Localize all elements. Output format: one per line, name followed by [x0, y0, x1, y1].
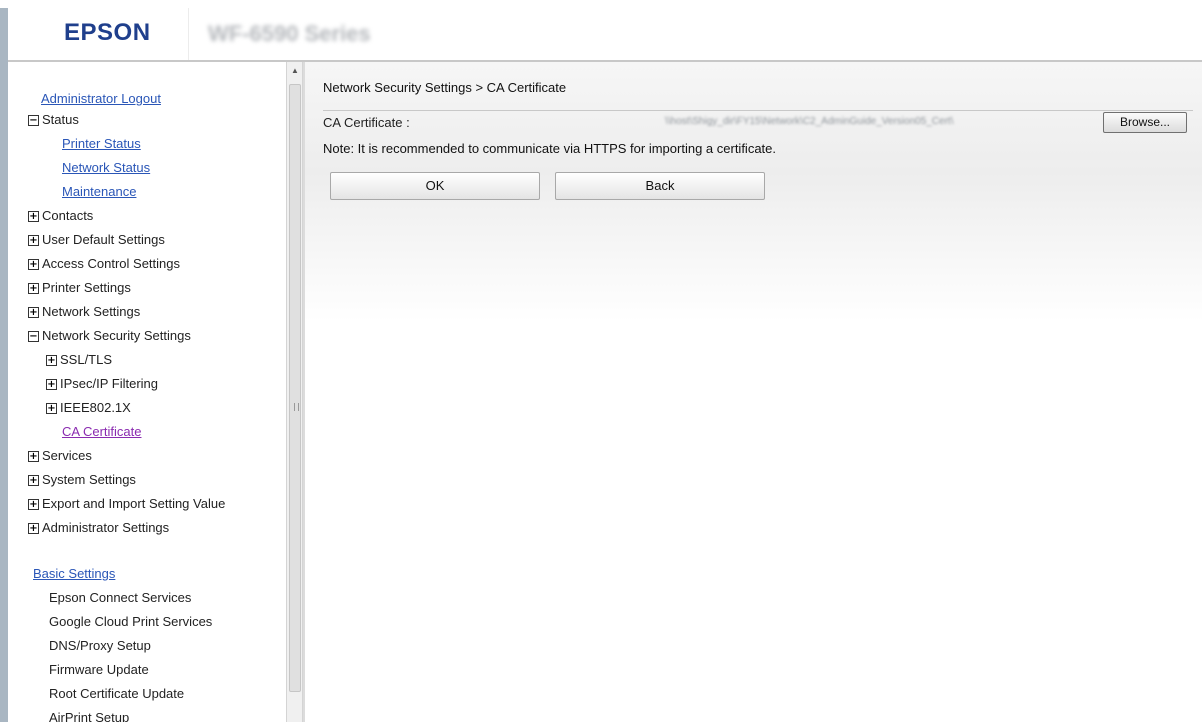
sidebar-item-contacts[interactable]: + Contacts	[28, 206, 93, 226]
sidebar-item-label[interactable]: Printer Status	[62, 136, 141, 151]
sidebar-item-label[interactable]: Firmware Update	[49, 662, 149, 677]
admin-logout-label[interactable]: Administrator Logout	[41, 91, 161, 106]
sidebar-item-dns-proxy[interactable]: DNS/Proxy Setup	[49, 636, 151, 656]
expand-icon[interactable]: +	[28, 475, 39, 486]
collapse-icon[interactable]: −	[28, 331, 39, 342]
expand-icon[interactable]: +	[46, 355, 57, 366]
sidebar-item-label[interactable]: IPsec/IP Filtering	[60, 376, 158, 391]
sidebar-item-label[interactable]: Services	[42, 448, 92, 463]
ok-button[interactable]: OK	[330, 172, 540, 200]
file-path-field[interactable]: \\host\Shigy_dir\FY15\Network\C2_AdminGu…	[665, 116, 1095, 130]
sidebar-item-label[interactable]: Contacts	[42, 208, 93, 223]
browse-button[interactable]: Browse...	[1103, 112, 1187, 133]
collapse-icon[interactable]: −	[28, 115, 39, 126]
sidebar-item-label[interactable]: Google Cloud Print Services	[49, 614, 212, 629]
epson-logo: EPSON	[64, 19, 151, 46]
scroll-thumb[interactable]	[289, 84, 301, 692]
sidebar-item-network-status[interactable]: Network Status	[62, 158, 150, 178]
expand-icon[interactable]: +	[28, 451, 39, 462]
sidebar-item-label[interactable]: Status	[42, 112, 79, 127]
expand-icon[interactable]: +	[28, 283, 39, 294]
expand-icon[interactable]: +	[28, 211, 39, 222]
sidebar-item-google-cloud-print[interactable]: Google Cloud Print Services	[49, 612, 212, 632]
sidebar-item-label[interactable]: Root Certificate Update	[49, 686, 184, 701]
sidebar-item-ca-certificate[interactable]: CA Certificate	[62, 422, 141, 442]
sidebar-item-label[interactable]: Printer Settings	[42, 280, 131, 295]
sidebar-item-label[interactable]: Network Status	[62, 160, 150, 175]
sidebar-item-status[interactable]: − Status	[28, 110, 79, 130]
sidebar-item-printer-status[interactable]: Printer Status	[62, 134, 141, 154]
sidebar-item-ssl-tls[interactable]: + SSL/TLS	[46, 350, 112, 370]
sidebar-item-label[interactable]: CA Certificate	[62, 424, 141, 439]
sidebar-item-access-control-settings[interactable]: + Access Control Settings	[28, 254, 180, 274]
grip-icon	[294, 403, 299, 411]
sidebar-item-firmware-update[interactable]: Firmware Update	[49, 660, 149, 680]
section-rule	[323, 110, 1193, 111]
sidebar-item-network-security-settings[interactable]: − Network Security Settings	[28, 326, 191, 346]
expand-icon[interactable]: +	[46, 379, 57, 390]
expand-icon[interactable]: +	[28, 259, 39, 270]
sidebar-item-label[interactable]: DNS/Proxy Setup	[49, 638, 151, 653]
sidebar-item-label[interactable]: Administrator Settings	[42, 520, 169, 535]
sidebar-item-root-cert-update[interactable]: Root Certificate Update	[49, 684, 184, 704]
basic-settings-label[interactable]: Basic Settings	[33, 566, 115, 581]
expand-icon[interactable]: +	[28, 307, 39, 318]
top-frame	[0, 0, 1202, 8]
sidebar-scrollbar[interactable]: ▲	[286, 62, 303, 722]
expand-icon[interactable]: +	[28, 523, 39, 534]
sidebar-item-label[interactable]: Access Control Settings	[42, 256, 180, 271]
sidebar-item-user-default-settings[interactable]: + User Default Settings	[28, 230, 165, 250]
sidebar-item-maintenance[interactable]: Maintenance	[62, 182, 136, 202]
expand-icon[interactable]: +	[28, 235, 39, 246]
scroll-up-icon[interactable]: ▲	[289, 66, 301, 76]
sidebar-item-label[interactable]: AirPrint Setup	[49, 710, 129, 722]
sidebar-item-label[interactable]: SSL/TLS	[60, 352, 112, 367]
sidebar-item-label[interactable]: Epson Connect Services	[49, 590, 191, 605]
page-header: EPSON WF-6590 Series	[8, 8, 1202, 62]
model-name: WF-6590 Series	[208, 21, 371, 46]
sidebar-item-label[interactable]: System Settings	[42, 472, 136, 487]
sidebar-item-label[interactable]: User Default Settings	[42, 232, 165, 247]
admin-logout-link[interactable]: Administrator Logout	[41, 89, 161, 109]
header-divider	[188, 8, 189, 60]
sidebar-item-airprint[interactable]: AirPrint Setup	[49, 708, 129, 722]
sidebar-item-services[interactable]: + Services	[28, 446, 92, 466]
breadcrumb: Network Security Settings > CA Certifica…	[323, 80, 567, 95]
window-left-edge	[0, 0, 8, 722]
sidebar-item-label[interactable]: Maintenance	[62, 184, 136, 199]
expand-icon[interactable]: +	[46, 403, 57, 414]
sidebar-item-printer-settings[interactable]: + Printer Settings	[28, 278, 131, 298]
sidebar-item-network-settings[interactable]: + Network Settings	[28, 302, 140, 322]
sidebar-item-export-import[interactable]: + Export and Import Setting Value	[28, 494, 225, 514]
ca-certificate-label: CA Certificate :	[323, 115, 410, 130]
sidebar-item-label[interactable]: Export and Import Setting Value	[42, 496, 225, 511]
basic-settings-link[interactable]: Basic Settings	[33, 564, 115, 584]
sidebar-item-epson-connect[interactable]: Epson Connect Services	[49, 588, 191, 608]
sidebar-item-ieee8021x[interactable]: + IEEE802.1X	[46, 398, 131, 418]
sidebar-item-administrator-settings[interactable]: + Administrator Settings	[28, 518, 169, 538]
main-panel: Network Security Settings > CA Certifica…	[305, 62, 1202, 722]
sidebar-item-label[interactable]: Network Security Settings	[42, 328, 191, 343]
sidebar-item-system-settings[interactable]: + System Settings	[28, 470, 136, 490]
sidebar-item-label[interactable]: IEEE802.1X	[60, 400, 131, 415]
sidebar-item-label[interactable]: Network Settings	[42, 304, 140, 319]
expand-icon[interactable]: +	[28, 499, 39, 510]
sidebar-item-ipsec-ip-filtering[interactable]: + IPsec/IP Filtering	[46, 374, 158, 394]
https-note: Note: It is recommended to communicate v…	[323, 141, 777, 156]
sidebar-nav: Administrator Logout − Status Printer Sta…	[8, 62, 286, 722]
back-button[interactable]: Back	[555, 172, 765, 200]
